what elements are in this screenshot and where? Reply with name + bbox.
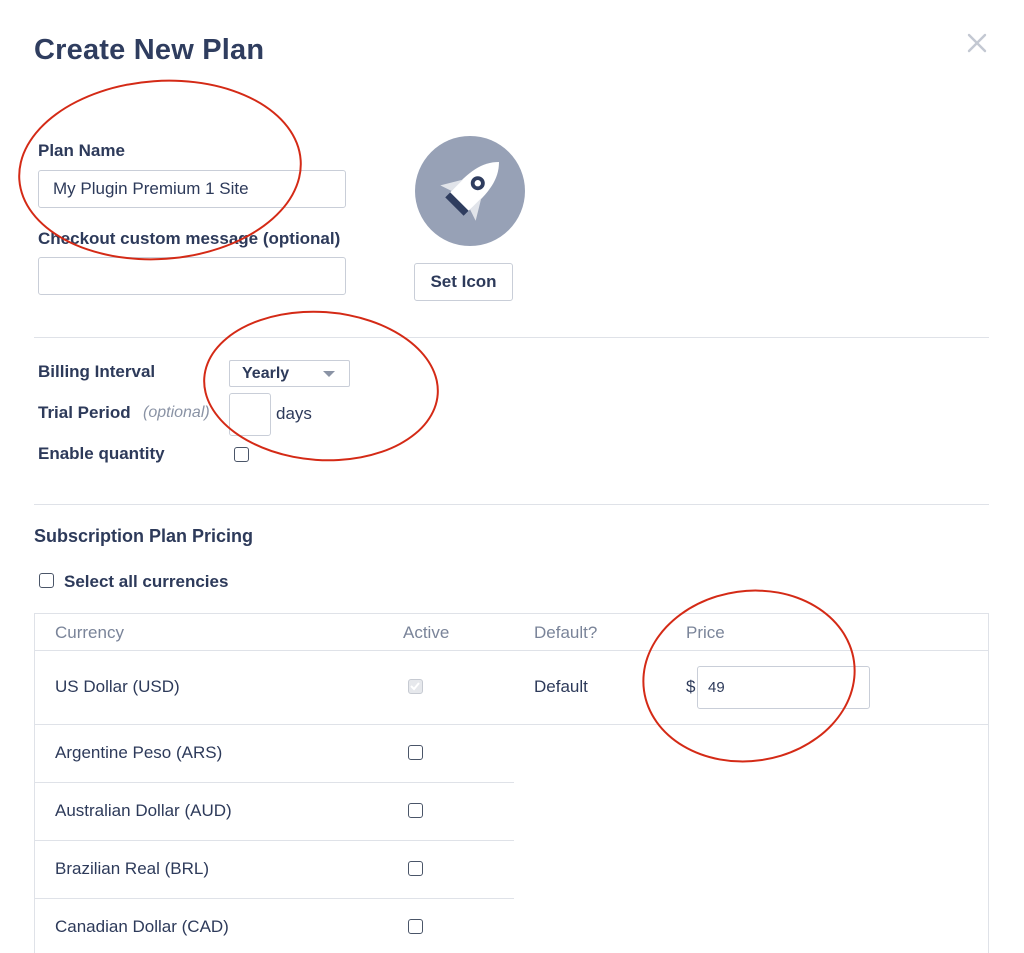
trial-period-label: Trial Period <box>38 403 131 422</box>
active-checkbox-aud[interactable] <box>408 803 423 818</box>
active-checkbox-ars[interactable] <box>408 745 423 760</box>
currency-name: US Dollar (USD) <box>55 677 180 696</box>
price-input-usd[interactable] <box>697 666 870 709</box>
billing-interval-label: Billing Interval <box>38 362 156 381</box>
currency-name: Canadian Dollar (CAD) <box>55 917 229 936</box>
checkout-message-input[interactable] <box>38 257 346 295</box>
checkout-message-label: Checkout custom message (optional) <box>38 229 341 248</box>
checkmark-icon <box>410 682 420 691</box>
chevron-down-icon <box>323 371 335 377</box>
billing-interval-value: Yearly <box>242 365 290 382</box>
default-indicator: Default <box>534 677 588 696</box>
column-header-price: Price <box>686 623 725 642</box>
table-divider <box>35 724 988 725</box>
pricing-section-title: Subscription Plan Pricing <box>34 526 254 546</box>
section-divider <box>34 504 989 505</box>
currency-table <box>34 613 989 953</box>
enable-quantity-label: Enable quantity <box>38 444 165 463</box>
enable-quantity-checkbox[interactable] <box>234 447 249 462</box>
column-header-currency: Currency <box>55 623 124 642</box>
active-checkbox-usd <box>408 679 423 694</box>
table-divider <box>35 782 514 783</box>
currency-name: Australian Dollar (AUD) <box>55 801 232 820</box>
column-header-default: Default? <box>534 623 598 642</box>
dialog-title: Create New Plan <box>34 34 265 66</box>
table-divider <box>35 650 988 651</box>
trial-period-input[interactable] <box>229 393 271 436</box>
section-divider <box>34 337 989 338</box>
currency-name: Argentine Peso (ARS) <box>55 743 223 762</box>
rocket-icon <box>440 162 499 221</box>
currency-symbol: $ <box>686 677 696 696</box>
table-divider <box>35 898 514 899</box>
select-all-currencies-checkbox[interactable] <box>39 573 54 588</box>
billing-interval-select[interactable]: Yearly <box>229 360 350 387</box>
trial-optional-hint: (optional) <box>143 404 210 421</box>
table-divider <box>35 840 514 841</box>
plan-name-label: Plan Name <box>38 141 125 160</box>
column-header-active: Active <box>403 623 450 642</box>
trial-unit: days <box>276 404 312 423</box>
active-checkbox-brl[interactable] <box>408 861 423 876</box>
select-all-currencies-label: Select all currencies <box>64 572 229 591</box>
plan-name-input[interactable] <box>38 170 346 208</box>
active-checkbox-cad[interactable] <box>408 919 423 934</box>
plan-icon-preview <box>415 136 525 246</box>
close-icon[interactable] <box>962 28 992 58</box>
set-icon-button[interactable]: Set Icon <box>414 263 513 301</box>
currency-name: Brazilian Real (BRL) <box>55 859 209 878</box>
